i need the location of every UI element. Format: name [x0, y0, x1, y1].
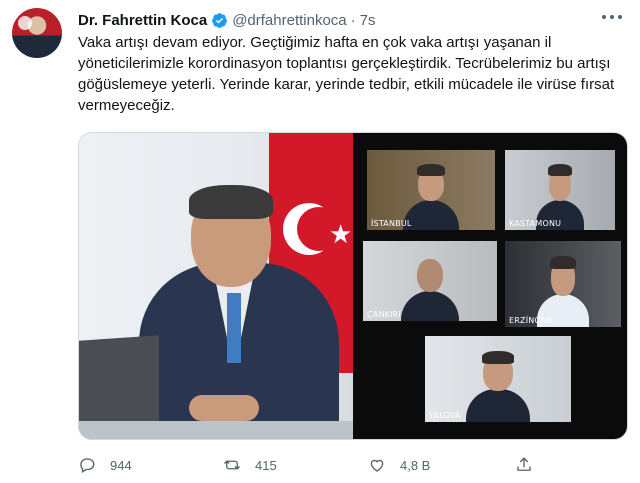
- like-button[interactable]: 4,8 B: [368, 456, 430, 474]
- video-tile-label: ERZİNCAN: [509, 316, 553, 325]
- retweet-count: 415: [255, 457, 277, 473]
- share-icon: [517, 457, 531, 471]
- share-button[interactable]: [515, 456, 533, 474]
- video-tile-erzincan: ERZİNCAN: [505, 241, 621, 327]
- video-tile-yalova: YALOVA: [425, 336, 571, 422]
- author-handle[interactable]: @drfahrettinkoca: [232, 12, 346, 29]
- reply-button[interactable]: 944: [78, 456, 132, 474]
- video-tile-label: İSTANBUL: [371, 219, 412, 228]
- verified-badge-icon: [212, 12, 228, 28]
- video-tile-label: YALOVA: [429, 411, 461, 420]
- tweet-timestamp[interactable]: 7s: [360, 12, 376, 29]
- like-count: 4,8 B: [400, 457, 431, 473]
- author-avatar[interactable]: [12, 8, 62, 58]
- separator-dot: ·: [350, 11, 356, 29]
- tweet-text: Vaka artışı devam ediyor. Geçtiğimiz haf…: [78, 34, 615, 114]
- reply-icon: [80, 458, 95, 473]
- retweet-icon: [224, 460, 240, 470]
- like-icon: [370, 459, 384, 472]
- video-tile-istanbul: İSTANBUL: [367, 150, 495, 230]
- tweet-header: Dr. Fahrettin Koca @drfahrettinkoca · 7s: [78, 10, 376, 30]
- more-icon[interactable]: [602, 9, 622, 25]
- video-conference-photo[interactable]: İSTANBUL KASTAMONU ÇANKIRI ERZİNCAN YALO…: [353, 133, 627, 439]
- video-tile-kastamonu: KASTAMONU: [505, 150, 615, 230]
- reply-count: 944: [110, 457, 132, 473]
- tweet-actions: 944 415 4,8 B: [78, 454, 558, 476]
- video-tile-cankiri: ÇANKIRI: [363, 241, 497, 321]
- video-tile-label: ÇANKIRI: [367, 310, 401, 319]
- author-name[interactable]: Dr. Fahrettin Koca: [78, 12, 207, 29]
- media-grid[interactable]: ★ İSTANBUL KASTAMONU ÇANKIRI ERZİNCAN YA…: [78, 132, 628, 440]
- video-tile-label: KASTAMONU: [509, 219, 562, 228]
- retweet-button[interactable]: 415: [223, 456, 277, 474]
- minister-photo[interactable]: ★: [79, 133, 353, 439]
